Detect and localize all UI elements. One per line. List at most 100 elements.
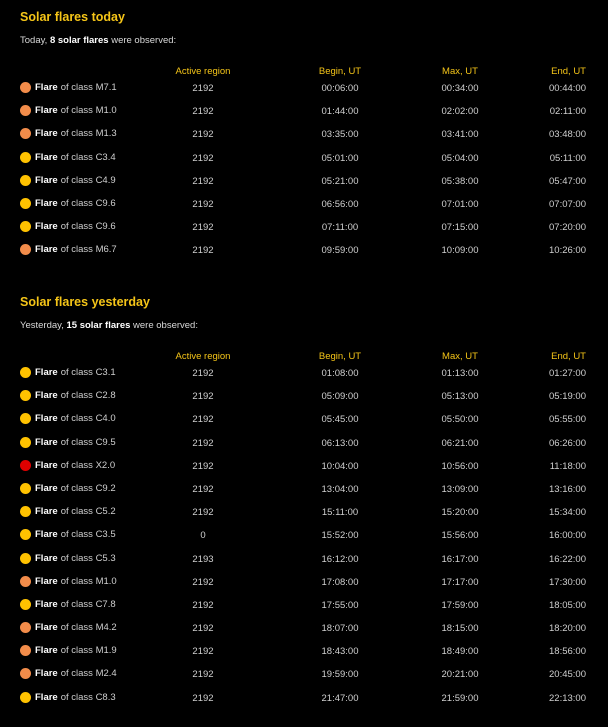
flare-name-cell: Flare of class C3.5: [20, 529, 116, 541]
header-end: End, UT: [551, 66, 586, 77]
active-region-cell: 2192: [192, 106, 214, 118]
max-time-cell: 01:13:00: [441, 368, 479, 379]
table-row: Flare of class C4.9 2192 05:21:00 05:38:00 05…: [0, 173, 608, 196]
begin-time-cell: 05:09:00: [321, 391, 359, 403]
begin-time-cell: 17:08:00: [321, 576, 359, 588]
max-time-cell: 05:04:00: [441, 152, 479, 164]
flare-level-dot-icon: [20, 82, 31, 93]
flare-name-cell: Flare of class M2.4: [20, 668, 117, 680]
summary-count: 15 solar flares: [66, 320, 131, 331]
header-max: Max, UT: [442, 351, 478, 362]
max-time-cell: 15:56:00: [441, 530, 479, 542]
begin-time-cell: 13:04:00: [321, 483, 359, 495]
max-time-cell: 18:49:00: [441, 646, 479, 658]
flare-label: Flare: [35, 105, 58, 117]
end-time-cell: 03:48:00: [549, 129, 586, 141]
flare-label: Flare: [35, 367, 58, 378]
table-row: Flare of class C3.4 2192 05:01:00 05:04:00 05…: [0, 150, 608, 173]
flare-name-cell: Flare of class C9.6: [20, 221, 116, 233]
active-region-cell: 2192: [192, 414, 214, 426]
end-time-cell: 07:07:00: [549, 198, 586, 210]
begin-time-cell: 15:11:00: [321, 507, 359, 519]
flare-class: of class C7.8: [60, 598, 116, 610]
flare-level-dot-icon: [20, 598, 31, 610]
summary-prefix: Yesterday,: [20, 320, 64, 331]
summary-suffix: were observed:: [133, 320, 198, 331]
end-time-cell: 05:19:00: [549, 391, 586, 403]
active-region-cell: 2192: [192, 83, 214, 94]
flare-class: of class M1.0: [60, 575, 117, 587]
max-time-cell: 17:17:00: [441, 576, 479, 588]
active-region-cell: 2192: [192, 599, 214, 611]
flare-class: of class C9.6: [60, 197, 116, 209]
flare-label: Flare: [35, 529, 58, 541]
active-region-cell: 2192: [192, 692, 214, 704]
active-region-cell: 2192: [192, 175, 214, 187]
end-time-cell: 06:26:00: [549, 437, 586, 449]
begin-time-cell: 21:47:00: [321, 692, 359, 704]
flare-class: of class C4.9: [60, 174, 116, 186]
header-end: End, UT: [551, 351, 586, 362]
flare-class: of class M2.4: [60, 668, 117, 680]
header-begin: Begin, UT: [318, 351, 362, 362]
flare-label: Flare: [35, 174, 58, 186]
flare-label: Flare: [35, 436, 58, 448]
header-active-region: Active region: [175, 66, 231, 77]
summary-count: 8 solar flares: [49, 35, 109, 46]
flare-level-dot-icon: [20, 529, 31, 541]
max-time-cell: 20:21:00: [441, 669, 479, 681]
active-region-cell: 2192: [192, 222, 214, 234]
flare-label: Flare: [35, 244, 58, 256]
end-time-cell: 02:11:00: [549, 106, 586, 118]
table-header: Active region Begin, UT Max, UT End, UT: [0, 351, 608, 365]
flare-level-dot-icon: [20, 668, 31, 680]
active-region-cell: 2192: [192, 669, 214, 681]
table-row: Flare of class M2.4 2192 19:59:00 20:21:00 20…: [0, 666, 608, 689]
active-region-cell: 2193: [192, 553, 214, 565]
flare-name-cell: Flare of class C9.6: [20, 197, 116, 209]
max-time-cell: 18:15:00: [441, 623, 479, 635]
begin-time-cell: 06:13:00: [321, 437, 359, 449]
end-time-cell: 00:44:00: [549, 83, 586, 94]
active-region-cell: 2192: [192, 646, 214, 658]
flare-label: Flare: [35, 128, 58, 140]
active-region-cell: 2192: [192, 507, 214, 519]
begin-time-cell: 18:07:00: [321, 623, 359, 635]
begin-time-cell: 05:45:00: [321, 414, 359, 426]
end-time-cell: 20:45:00: [549, 669, 586, 681]
flare-class: of class C9.6: [60, 221, 116, 233]
flare-label: Flare: [35, 221, 58, 233]
flare-name-cell: Flare of class C5.3: [20, 552, 116, 564]
flare-level-dot-icon: [20, 197, 31, 209]
table-row: Flare of class C3.1 2192 01:08:00 01:13:00 01…: [0, 365, 608, 388]
active-region-cell: 2192: [192, 576, 214, 588]
begin-time-cell: 06:56:00: [321, 198, 359, 210]
header-active-region: Active region: [175, 351, 231, 362]
flare-name-cell: Flare of class C3.1: [20, 367, 116, 378]
flare-name-cell: Flare of class C9.2: [20, 482, 116, 494]
section-title: Solar flares today: [20, 10, 125, 24]
active-region-cell: 2192: [192, 245, 214, 257]
active-region-cell: 2192: [192, 623, 214, 635]
active-region-cell: 2192: [192, 198, 214, 210]
begin-time-cell: 05:01:00: [321, 152, 359, 164]
max-time-cell: 16:17:00: [441, 553, 479, 565]
section-summary: Yesterday, 15 solar flares were observed…: [20, 320, 198, 331]
begin-time-cell: 09:59:00: [321, 245, 359, 257]
flare-class: of class M4.2: [60, 622, 117, 634]
flare-level-dot-icon: [20, 436, 31, 448]
flare-class: of class C8.3: [60, 691, 116, 703]
begin-time-cell: 05:21:00: [321, 175, 359, 187]
end-time-cell: 11:18:00: [549, 460, 586, 472]
end-time-cell: 13:16:00: [549, 483, 586, 495]
flare-label: Flare: [35, 598, 58, 610]
table-row: Flare of class C9.6 2192 06:56:00 07:01:00 07…: [0, 196, 608, 219]
end-time-cell: 18:05:00: [549, 599, 586, 611]
table-row: Flare of class C7.8 2192 17:55:00 17:59:00 18…: [0, 597, 608, 620]
flare-class: of class C5.3: [60, 552, 116, 564]
end-time-cell: 22:13:00: [549, 692, 586, 704]
table-row: Flare of class C9.5 2192 06:13:00 06:21:00 06…: [0, 435, 608, 458]
header-begin: Begin, UT: [318, 66, 362, 77]
section-title: Solar flares yesterday: [20, 295, 150, 309]
table-row: Flare of class C2.8 2192 05:09:00 05:13:00 05…: [0, 388, 608, 411]
